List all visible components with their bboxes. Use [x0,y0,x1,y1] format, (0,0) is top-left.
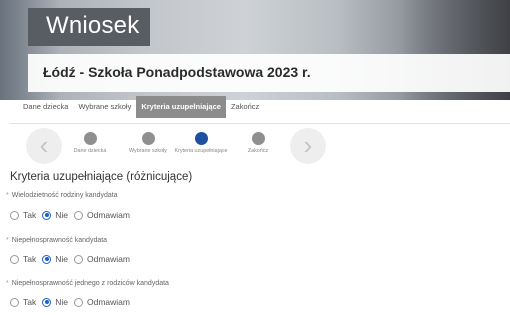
step-dot-active [194,132,208,145]
stepper: ‹ Dane dziecka Wybrane szkoły Kryteria u… [0,128,510,168]
radio-option-tak[interactable]: Tak [10,254,36,264]
question-text: Niepełnosprawność jednego z rodziców kan… [11,280,169,287]
page-title: Wniosek [46,12,140,39]
step-dane-dziecka[interactable]: Dane dziecka [60,132,120,155]
radio-option-odmawiam[interactable]: Odmawiam [74,254,130,264]
radio-button[interactable] [74,254,83,264]
radio-option-odmawiam[interactable]: Odmawiam [74,297,130,307]
radio-option-nie[interactable]: Nie [42,210,68,220]
chevron-right-icon: › [303,130,313,160]
radio-label: Odmawiam [87,210,130,220]
radio-button-checked[interactable] [42,254,52,264]
radio-label: Nie [55,210,68,220]
step-label: Kryteria uzupełniające [174,148,228,154]
radio-group-wielodzietnosc: Tak Nie Odmawiam [10,210,136,220]
required-marker: * [6,280,9,287]
radio-button-checked[interactable] [42,297,52,307]
radio-option-nie[interactable]: Nie [42,297,68,307]
subtitle-bar: Łódź - Szkoła Ponadpodstawowa 2023 r. [28,54,510,92]
radio-button-checked[interactable] [42,210,52,220]
question-label: * Wielodzietność rodziny kandydata [6,192,118,199]
radio-label: Tak [23,210,37,220]
tab-dane-dziecka[interactable]: Dane dziecka [18,96,73,118]
tab-zakoncz[interactable]: Zakończ [226,96,264,118]
question-text: Niepełnosprawność kandydata [11,237,108,244]
radio-label: Nie [55,254,68,264]
radio-option-odmawiam[interactable]: Odmawiam [74,210,130,220]
radio-group-niepelnosprawnosc-rodzica: Tak Nie Odmawiam [10,297,136,307]
step-label: Zakończ [247,148,269,154]
radio-label: Odmawiam [87,254,130,264]
section-title: Kryteria uzupełniające (różnicujące) [10,171,193,183]
chevron-left-icon: ‹ [39,130,49,160]
radio-button[interactable] [10,210,19,220]
step-label: Dane dziecka [73,148,107,154]
step-dot [141,132,155,145]
title-box: Wniosek [28,8,150,46]
step-wybrane-szkoly[interactable]: Wybrane szkoły [118,132,178,155]
radio-label: Tak [23,254,37,264]
header-banner: Wniosek Łódź - Szkoła Ponadpodstawowa 20… [0,0,510,100]
page-subtitle: Łódź - Szkoła Ponadpodstawowa 2023 r. [43,64,311,80]
step-dot [251,132,265,145]
step-kryteria-uzupelniajace[interactable]: Kryteria uzupełniające [171,132,231,155]
question-text: Wielodzietność rodziny kandydata [11,192,118,199]
radio-label: Nie [55,297,68,307]
question-label: * Niepełnosprawność kandydata [6,237,107,244]
tab-wybrane-szkoly[interactable]: Wybrane szkoły [73,96,136,118]
radio-option-nie[interactable]: Nie [42,254,68,264]
radio-button[interactable] [74,297,83,307]
tabs-divider [10,123,510,124]
radio-button[interactable] [10,297,19,307]
radio-label: Odmawiam [87,297,130,307]
step-dot [83,132,97,145]
radio-option-tak[interactable]: Tak [10,297,36,307]
prev-step-button[interactable]: ‹ [26,128,62,164]
next-step-button[interactable]: › [290,128,326,164]
required-marker: * [6,192,9,199]
tab-kryteria-uzupelniajace[interactable]: Kryteria uzupełniające [136,96,226,118]
radio-group-niepelnosprawnosc-kandydata: Tak Nie Odmawiam [10,254,136,264]
step-label: Wybrane szkoły [129,148,167,154]
required-marker: * [6,237,9,244]
radio-label: Tak [23,297,37,307]
question-label: * Niepełnosprawność jednego z rodziców ka… [6,280,169,287]
wizard-tabs: Dane dziecka Wybrane szkoły Kryteria uzu… [18,94,264,120]
radio-button[interactable] [10,254,19,264]
step-zakoncz[interactable]: Zakończ [228,132,288,155]
radio-button[interactable] [74,210,83,220]
radio-option-tak[interactable]: Tak [10,210,36,220]
